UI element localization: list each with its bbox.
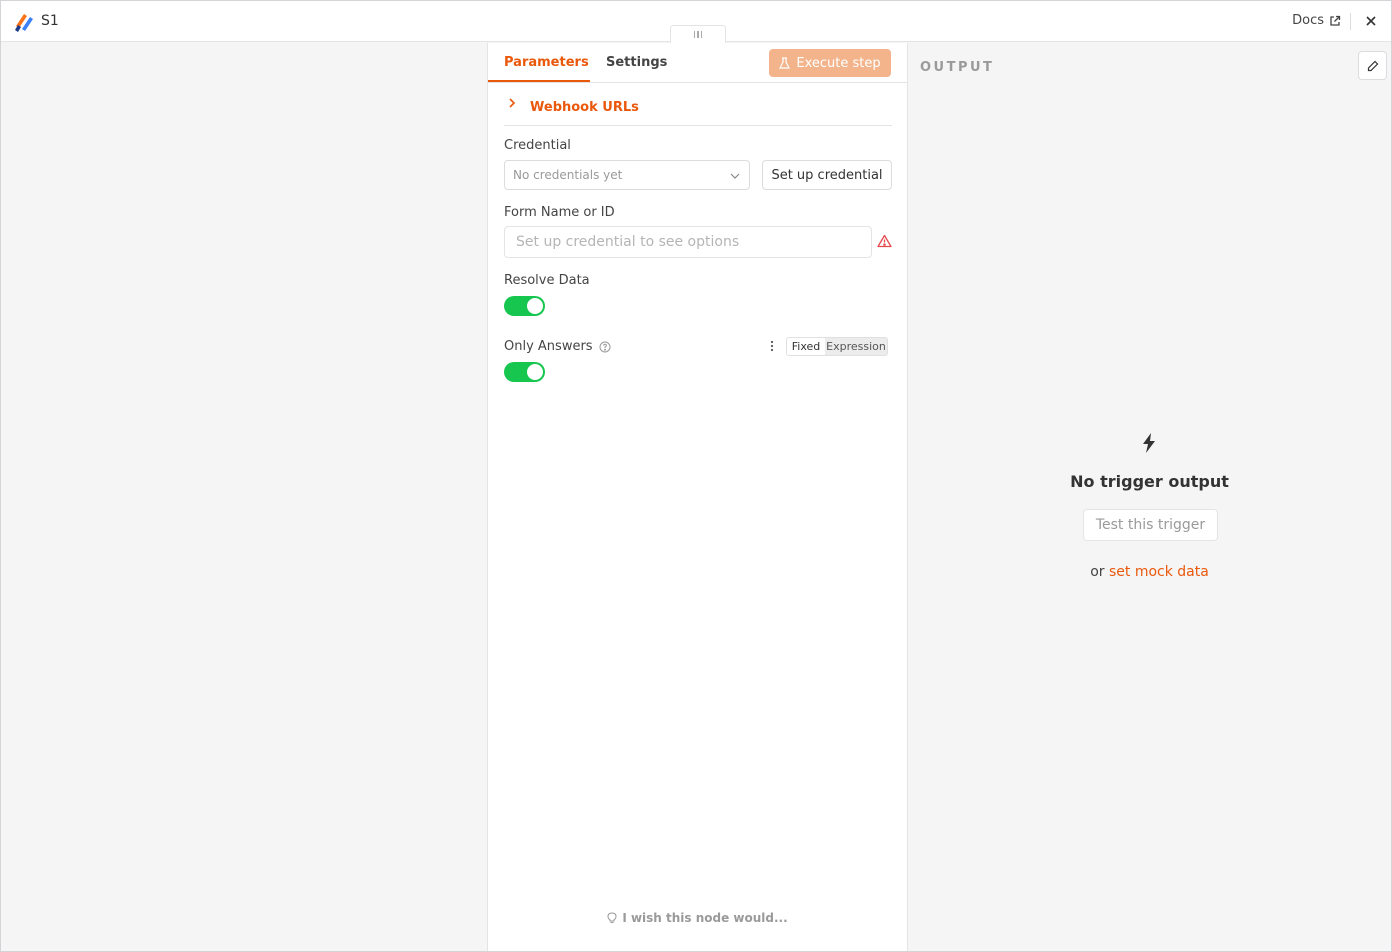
credential-select-value: No credentials yet [513,168,623,182]
resolve-data-label: Resolve Data [504,273,590,288]
fixed-expression-switch: Fixed Expression [786,337,888,356]
node-details-window: S1 Docs Parameters Settings Execute step… [0,0,1392,952]
only-answers-label-row: Only Answers [504,339,611,354]
panel-drag-handle[interactable] [670,25,726,43]
flask-icon [779,57,791,69]
set-up-credential-button[interactable]: Set up credential [762,160,892,190]
header-divider [1350,13,1351,30]
tab-settings[interactable]: Settings [606,55,667,70]
feedback-label: I wish this node would... [622,911,788,925]
close-icon[interactable] [1363,13,1379,29]
warning-icon [877,234,892,248]
chevron-right-icon [509,98,516,108]
input-pane [1,43,487,951]
execute-step-button[interactable]: Execute step [769,49,891,77]
parameters-panel: Parameters Settings Execute step Webhook… [487,43,908,951]
test-trigger-button[interactable]: Test this trigger [1083,509,1218,541]
more-options-icon[interactable] [768,339,776,353]
credential-select[interactable]: No credentials yet [504,160,750,190]
external-link-icon [1330,15,1341,26]
set-mock-data-link[interactable]: set mock data [1109,564,1209,580]
panel-tabs: Parameters Settings Execute step [488,43,907,83]
resolve-data-toggle[interactable] [504,296,545,316]
output-title: OUTPUT [920,60,995,75]
chevron-down-icon [730,173,740,179]
or-text: or [1090,564,1105,580]
feedback-link[interactable]: I wish this node would... [488,911,907,925]
webhook-urls-toggle[interactable]: Webhook URLs [504,95,892,126]
docs-link[interactable]: Docs [1292,13,1341,28]
pencil-icon [1367,60,1378,71]
form-name-input[interactable] [504,226,872,258]
webhook-urls-label: Webhook URLs [530,100,639,115]
no-output-message: No trigger output [1070,472,1229,491]
docs-label: Docs [1292,13,1324,28]
lightbulb-icon [607,912,617,923]
form-name-label: Form Name or ID [504,205,615,220]
credential-label: Credential [504,138,571,153]
node-title[interactable]: S1 [41,13,59,29]
edit-output-button[interactable] [1358,51,1387,80]
toggle-knob [527,298,543,314]
output-panel: OUTPUT No trigger output Test this trigg… [908,43,1391,951]
help-circle-icon[interactable] [599,341,611,353]
only-answers-toggle[interactable] [504,362,545,382]
fixed-mode-option[interactable]: Fixed [787,338,825,355]
mock-data-line: or set mock data [908,564,1391,580]
expression-mode-option[interactable]: Expression [825,338,887,355]
node-logo-icon [15,14,33,32]
toggle-knob [527,364,543,380]
execute-step-label: Execute step [796,55,881,71]
tab-parameters[interactable]: Parameters [504,55,589,70]
lightning-bolt-icon [1143,433,1155,453]
active-tab-indicator [488,80,590,82]
only-answers-label: Only Answers [504,339,593,354]
